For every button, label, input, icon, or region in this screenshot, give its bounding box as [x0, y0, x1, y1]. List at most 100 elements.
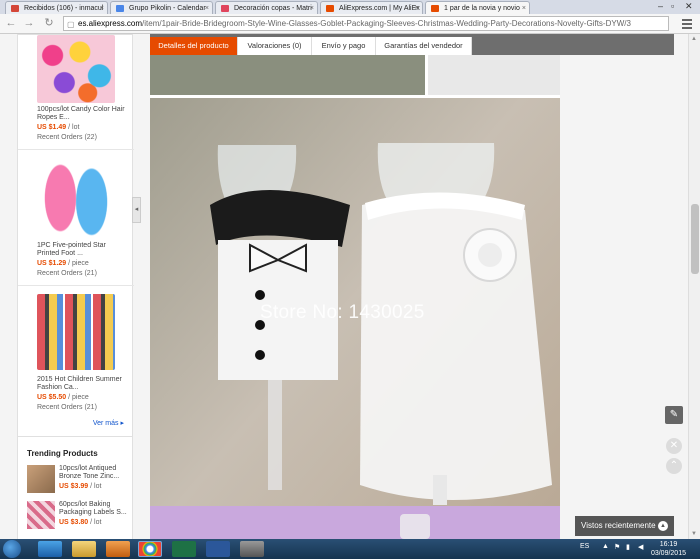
product-name[interactable]: 100pcs/lot Candy Color Hair Ropes E... [37, 106, 127, 122]
scroll-down-arrow-icon[interactable]: ▼ [691, 531, 697, 537]
menu-icon[interactable] [680, 17, 694, 31]
forward-icon[interactable]: → [22, 16, 36, 30]
product-thumbnail[interactable] [37, 160, 115, 236]
product-name[interactable]: 10pcs/lot Antiqued Bronze Tone Zinc... [59, 465, 129, 481]
browser-tab-label: Grupo Pikolin - Calendar [129, 5, 206, 12]
browser-tab-aliexpress[interactable]: AliExpress.com | My AliEx × [320, 1, 423, 14]
internet-explorer-icon[interactable] [38, 541, 62, 557]
close-icon[interactable]: × [205, 2, 209, 14]
clock-time: 16:19 [659, 541, 678, 548]
see-more-link[interactable]: Ver más ▸ [93, 419, 124, 427]
network-icon[interactable]: ▮ [626, 543, 630, 551]
edit-pencil-icon[interactable]: ✎ [665, 406, 683, 424]
close-window-icon[interactable]: ✕ [685, 0, 693, 12]
product-price: US $1.49 / lot [37, 124, 79, 131]
clock-date: 03/09/2015 [650, 550, 686, 557]
close-circle-icon[interactable]: ✕ [666, 438, 682, 454]
scrollbar-thumb[interactable] [691, 204, 699, 274]
back-icon[interactable]: ← [4, 16, 18, 30]
list-item[interactable]: 60pcs/lot Baking Packaging Labels S... U… [27, 501, 131, 533]
url-host: es.aliexpress.com [78, 19, 143, 28]
price-value: US $3.80 [59, 519, 89, 526]
page-content: 100pcs/lot Candy Color Hair Ropes E... U… [0, 34, 688, 539]
product-image[interactable]: Store No: 1430025 [150, 55, 560, 539]
browser-toolbar: ← → ↻ ▢ es.aliexpress.com/item/1pair-Bri… [0, 14, 700, 34]
price-unit: / lot [66, 124, 80, 131]
product-name[interactable]: 1PC Five-pointed Star Printed Foot ... [37, 242, 127, 258]
browser-tab-gmail[interactable]: Recibidos (106) - inmacul × [5, 1, 108, 14]
start-button[interactable] [3, 540, 21, 558]
browser-tab-label: 1 par de la novia y novio [444, 5, 520, 12]
calendar-icon [116, 5, 124, 12]
browser-tab-calendar[interactable]: Grupo Pikolin - Calendar × [110, 1, 213, 14]
next-product-image[interactable] [150, 506, 560, 539]
system-clock[interactable]: 16:19 03/09/2015 [651, 540, 686, 558]
tab-product-details[interactable]: Detalles del producto [150, 37, 238, 55]
chrome-icon[interactable] [138, 541, 162, 557]
product-price: US $3.80 / lot [59, 519, 101, 526]
flag-icon[interactable]: ⚑ [614, 543, 620, 551]
product-name[interactable]: 2015 Hot Children Summer Fashion Ca... [37, 376, 127, 392]
browser-tab-strip: Recibidos (106) - inmacul × Grupo Pikoli… [0, 0, 700, 14]
address-bar[interactable]: ▢ es.aliexpress.com/item/1pair-Bride-Bri… [63, 16, 669, 31]
recent-orders: Recent Orders (22) [37, 134, 97, 141]
price-value: US $1.49 [37, 124, 67, 131]
recent-orders: Recent Orders (21) [37, 270, 97, 277]
reload-icon[interactable]: ↻ [42, 16, 56, 30]
product-photo-illustration [150, 55, 560, 539]
gmail-icon [11, 5, 19, 12]
price-unit: / lot [88, 483, 102, 490]
list-item[interactable]: 10pcs/lot Antiqued Bronze Tone Zinc... U… [27, 465, 131, 497]
tab-shipping-payment[interactable]: Envío y pago [312, 37, 376, 55]
list-item[interactable]: 100pcs/lot Candy Color Hair Ropes E... U… [18, 35, 134, 150]
product-price: US $1.29 / piece [37, 260, 89, 267]
word-icon[interactable] [206, 541, 230, 557]
close-icon[interactable]: × [100, 2, 104, 14]
browser-tab-label: Decoración copas - Matri [234, 5, 312, 12]
product-image-detail [400, 514, 430, 539]
app-icon[interactable] [240, 541, 264, 557]
recent-orders: Recent Orders (21) [37, 404, 97, 411]
page-scrollbar[interactable]: ▲ ▼ [688, 34, 700, 539]
volume-icon[interactable]: ◀ [638, 543, 643, 551]
browser-tab-decoracion[interactable]: Decoración copas - Matri × [215, 1, 318, 14]
list-item[interactable]: 2015 Hot Children Summer Fashion Ca... U… [18, 287, 134, 415]
price-value: US $3.99 [59, 483, 89, 490]
store-watermark: Store No: 1430025 [260, 302, 425, 323]
heart-icon [221, 5, 229, 12]
minimize-icon[interactable]: – [658, 0, 663, 12]
price-value: US $5.50 [37, 394, 67, 401]
scroll-up-icon[interactable]: ⌃ [666, 458, 682, 474]
tab-reviews[interactable]: Valoraciones (0) [238, 37, 312, 55]
price-value: US $1.29 [37, 260, 67, 267]
tray-chevron-icon[interactable]: ▲ [602, 543, 609, 550]
excel-icon[interactable] [172, 541, 196, 557]
close-icon[interactable]: × [310, 2, 314, 14]
media-player-icon[interactable] [106, 541, 130, 557]
price-unit: / piece [66, 260, 89, 267]
product-thumbnail[interactable] [37, 294, 115, 370]
scroll-up-arrow-icon[interactable]: ▲ [691, 36, 697, 42]
product-name[interactable]: 60pcs/lot Baking Packaging Labels S... [59, 501, 129, 517]
file-explorer-icon[interactable] [72, 541, 96, 557]
recently-viewed-bar[interactable]: Vistos recientemente ▲ [575, 516, 674, 536]
list-item[interactable]: 1PC Five-pointed Star Printed Foot ... U… [18, 151, 134, 286]
tab-seller-guarantees[interactable]: Garantías del vendedor [376, 37, 472, 55]
aliexpress-icon [326, 5, 334, 12]
close-icon[interactable]: × [415, 2, 419, 14]
aliexpress-icon [431, 5, 439, 12]
browser-tab-label: Recibidos (106) - inmacul [24, 5, 104, 12]
recently-viewed-label: Vistos recientemente [581, 521, 656, 530]
product-thumbnail[interactable] [37, 35, 115, 103]
trending-title: Trending Products [27, 449, 98, 458]
language-indicator[interactable]: ES [580, 543, 589, 550]
browser-tab-label: AliExpress.com | My AliEx [339, 5, 420, 12]
product-thumbnail[interactable] [27, 501, 55, 529]
close-icon[interactable]: × [522, 2, 526, 14]
browser-tab-active[interactable]: 1 par de la novia y novio × [425, 1, 530, 14]
maximize-icon[interactable]: ▫ [671, 0, 674, 12]
collapse-sidebar-button[interactable]: ◂ [132, 197, 141, 223]
page-info-icon: ▢ [67, 20, 75, 29]
product-thumbnail[interactable] [27, 465, 55, 493]
url-path: /item/1pair-Bride-Bridegroom-Style-Wine-… [142, 19, 631, 28]
